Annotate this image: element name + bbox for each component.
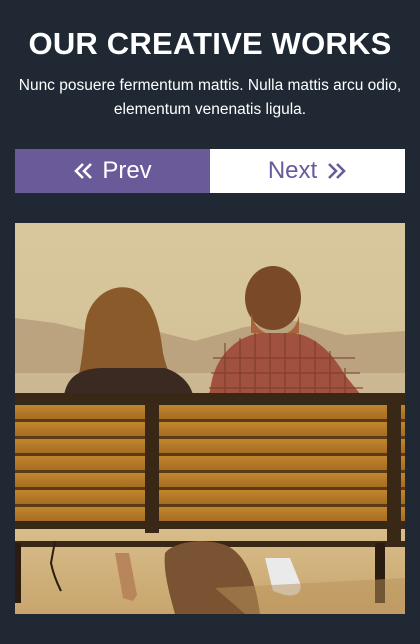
prev-button[interactable]: Prev (15, 149, 210, 193)
prev-button-label: Prev (102, 157, 152, 184)
double-chevron-left-icon (73, 161, 95, 181)
couple-on-bench-photo (15, 223, 405, 614)
next-button[interactable]: Next (210, 149, 405, 193)
pager: Prev Next (15, 149, 405, 193)
double-chevron-right-icon (325, 161, 347, 181)
section-title: OUR CREATIVE WORKS (28, 26, 392, 61)
creative-works-section: OUR CREATIVE WORKS Nunc posuere fermentu… (0, 0, 420, 644)
section-subtitle: Nunc posuere fermentum mattis. Nulla mat… (18, 77, 402, 118)
next-button-label: Next (267, 157, 318, 184)
gallery-image[interactable] (15, 223, 405, 614)
